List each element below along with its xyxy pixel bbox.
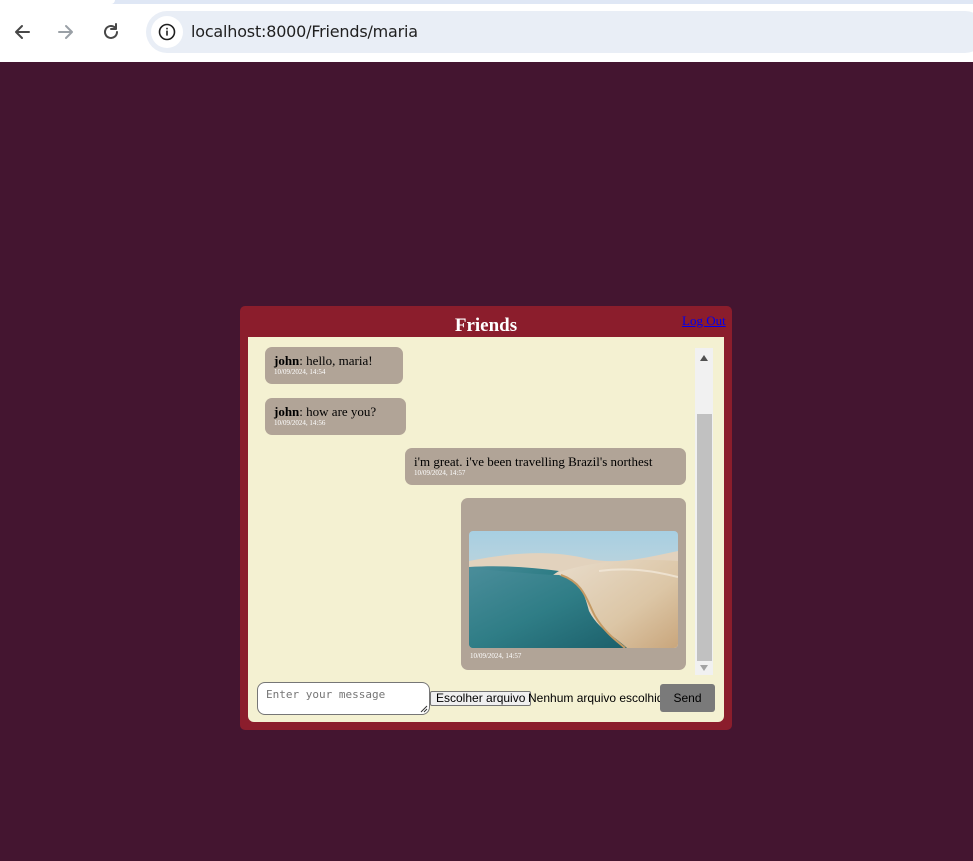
resize-grip-icon[interactable] <box>418 703 428 713</box>
arrow-left-icon <box>15 25 30 39</box>
file-status-text: Nenhum arquivo escolhido <box>528 691 671 705</box>
message-bubble-own-image: 10/09/2024, 14:57 <box>461 498 686 670</box>
choose-file-button[interactable]: Escolher arquivo <box>430 691 532 706</box>
message-bubble-own: i'm great. i've been travelling Brazil's… <box>405 448 686 485</box>
back-button[interactable] <box>8 18 36 46</box>
reload-button[interactable] <box>97 18 125 46</box>
logout-link[interactable]: Log Out <box>682 313 726 329</box>
forward-button[interactable] <box>52 18 80 46</box>
reload-icon <box>104 23 118 39</box>
message-text: john: hello, maria! <box>274 353 373 368</box>
send-button[interactable]: Send <box>660 684 715 712</box>
message-scrollbar[interactable] <box>695 348 713 675</box>
message-input[interactable] <box>257 682 430 715</box>
triangle-down-icon <box>700 665 708 671</box>
site-info-button[interactable] <box>151 16 183 48</box>
arrow-right-icon <box>58 25 73 39</box>
scrollbar-thumb[interactable] <box>697 414 712 661</box>
info-icon <box>158 23 176 41</box>
browser-toolbar: localhost:8000/Friends/maria <box>0 0 973 62</box>
triangle-up-icon <box>700 355 708 361</box>
chat-area: john: hello, maria! 10/09/2024, 14:54 jo… <box>248 339 724 722</box>
chat-panel: Friends Log Out john: hello, maria! 10/0… <box>240 306 732 730</box>
message-timestamp: 10/09/2024, 14:57 <box>414 469 466 477</box>
message-timestamp: 10/09/2024, 14:54 <box>274 368 326 376</box>
lagoon-dunes-photo[interactable] <box>469 531 678 648</box>
message-timestamp: 10/09/2024, 14:57 <box>470 652 522 660</box>
message-timestamp: 10/09/2024, 14:56 <box>274 419 326 427</box>
message-bubble: john: how are you? 10/09/2024, 14:56 <box>265 398 406 435</box>
url-text[interactable]: localhost:8000/Friends/maria <box>191 22 418 41</box>
message-text: john: how are you? <box>274 404 377 419</box>
message-sender: john <box>274 404 300 419</box>
tab-strip <box>0 0 973 4</box>
message-bubble: john: hello, maria! 10/09/2024, 14:54 <box>265 347 403 384</box>
panel-title: Friends <box>454 315 518 336</box>
message-list[interactable]: john: hello, maria! 10/09/2024, 14:54 jo… <box>248 339 724 675</box>
scroll-down-arrow[interactable] <box>695 661 713 675</box>
message-sender: john <box>274 353 300 368</box>
scroll-up-arrow[interactable] <box>695 351 713 365</box>
message-text: i'm great. i've been travelling Brazil's… <box>414 454 653 469</box>
address-bar[interactable]: localhost:8000/Friends/maria <box>146 11 973 53</box>
